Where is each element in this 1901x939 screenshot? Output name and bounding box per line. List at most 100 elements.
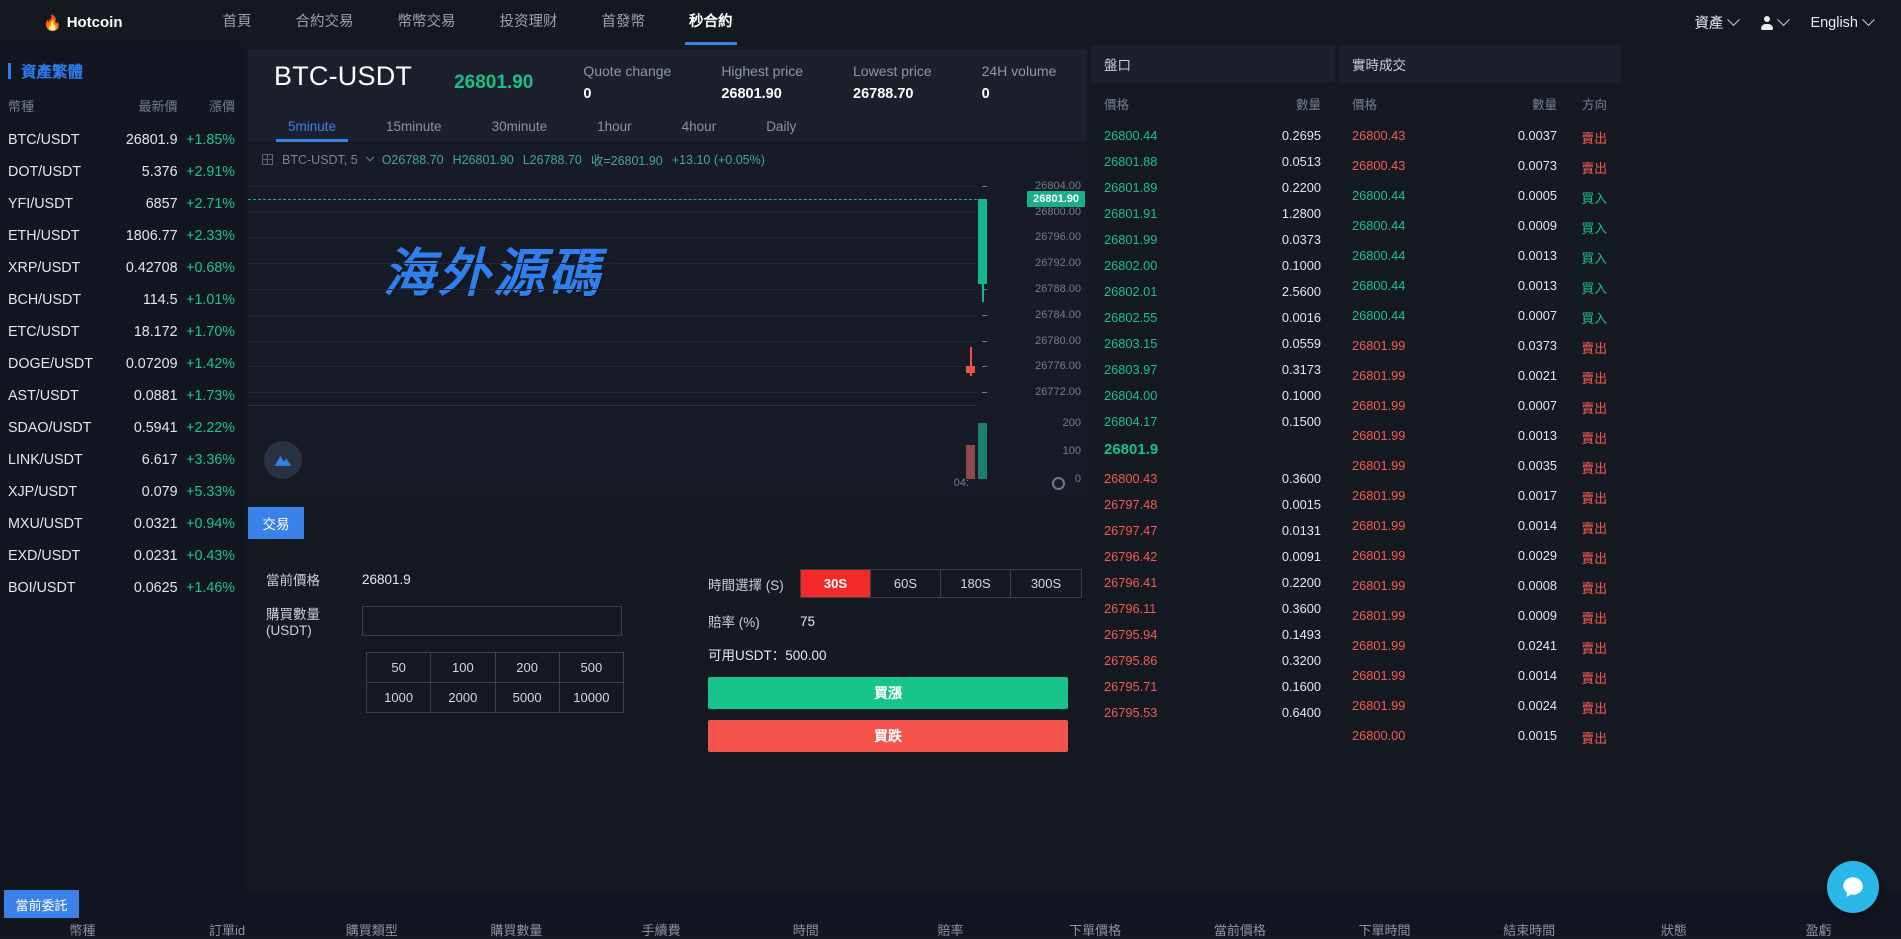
trade-amount: 0.0008 — [1479, 578, 1557, 597]
orderbook-row[interactable]: 26795.860.3200 — [1090, 647, 1335, 673]
chart-volume-axis-label: 0 — [1075, 473, 1081, 485]
quick-amount-10000[interactable]: 10000 — [560, 683, 623, 713]
orderbook-row[interactable]: 26801.990.0373 — [1090, 226, 1335, 252]
orderbook-row[interactable]: 26796.420.0091 — [1090, 543, 1335, 569]
coin-row-bch[interactable]: BCH/USDT114.5+1.01% — [0, 284, 245, 316]
assets-menu[interactable]: 資產 — [1694, 12, 1738, 33]
orderbook-row[interactable]: 26800.430.3600 — [1090, 465, 1335, 491]
price-chart[interactable]: BTC-USDT, 5 O26788.70 H26801.90 L26788.7… — [248, 145, 1087, 493]
quick-amount-500[interactable]: 500 — [560, 653, 623, 683]
coin-row-link[interactable]: LINK/USDT6.617+3.36% — [0, 444, 245, 476]
buy-down-button[interactable]: 買跌 — [708, 720, 1068, 752]
timeframe-5minute[interactable]: 5minute — [276, 115, 348, 139]
coin-row-sdao[interactable]: SDAO/USDT0.5941+2.22% — [0, 412, 245, 444]
orderbook-row[interactable]: 26797.480.0015 — [1090, 491, 1335, 517]
orderbook-amount: 0.6400 — [1239, 705, 1321, 720]
coin-row-doge[interactable]: DOGE/USDT0.07209+1.42% — [0, 348, 245, 380]
current-orders-tab[interactable]: 當前委託 — [4, 890, 79, 918]
orderbook-row[interactable]: 26802.000.1000 — [1090, 252, 1335, 278]
nav-link-investment[interactable]: 投资理财 — [478, 0, 580, 45]
chat-support-button[interactable] — [1827, 861, 1879, 913]
user-menu[interactable] — [1760, 16, 1788, 30]
coin-row-dot[interactable]: DOT/USDT5.376+2.91% — [0, 156, 245, 188]
gear-icon[interactable] — [1052, 477, 1065, 490]
orderbook-row[interactable]: 26801.880.0513 — [1090, 148, 1335, 174]
chevron-down-icon[interactable] — [365, 152, 373, 160]
coin-row-eth[interactable]: ETH/USDT1806.77+2.33% — [0, 220, 245, 252]
coin-row-etc[interactable]: ETC/USDT18.172+1.70% — [0, 316, 245, 348]
orderbook-row[interactable]: 26797.470.0131 — [1090, 517, 1335, 543]
coin-row-xjp[interactable]: XJP/USDT0.079+5.33% — [0, 476, 245, 508]
header-price: 最新價 — [105, 96, 177, 115]
chart-y-axis-label: 26788.00 — [1035, 283, 1081, 295]
language-menu[interactable]: English — [1810, 15, 1873, 31]
chart-symbol-label[interactable]: BTC-USDT, 5 — [282, 153, 358, 167]
coin-price: 0.0881 — [105, 388, 177, 404]
timeframe-daily[interactable]: Daily — [754, 115, 808, 139]
orderbook-row[interactable]: 26800.440.2695 — [1090, 122, 1335, 148]
orders-column-header: 賠率 — [878, 920, 1023, 939]
orders-column-header: 狀態 — [1602, 920, 1747, 939]
amount-input[interactable] — [362, 606, 622, 636]
orderbook-row[interactable]: 26804.000.1000 — [1090, 382, 1335, 408]
timeframe-1hour[interactable]: 1hour — [585, 115, 644, 139]
time-option-30s[interactable]: 30S — [801, 570, 871, 597]
coin-price: 26801.9 — [105, 132, 177, 148]
buy-up-button[interactable]: 買漲 — [708, 677, 1068, 709]
user-icon — [1760, 16, 1773, 30]
quick-amount-row: 50100200500 — [367, 653, 623, 683]
orderbook-row[interactable]: 26801.911.2800 — [1090, 200, 1335, 226]
quick-amount-100[interactable]: 100 — [431, 653, 495, 683]
orderbook-price: 26804.00 — [1104, 388, 1239, 403]
quick-amount-50[interactable]: 50 — [367, 653, 431, 683]
nav-link-coin-trading[interactable]: 幣幣交易 — [376, 0, 478, 45]
orderbook-row[interactable]: 26803.150.0559 — [1090, 330, 1335, 356]
coin-row-boi[interactable]: BOI/USDT0.0625+1.46% — [0, 572, 245, 604]
orderbook-row[interactable]: 26795.940.1493 — [1090, 621, 1335, 647]
orderbook-row[interactable]: 26803.970.3173 — [1090, 356, 1335, 382]
coin-row-btc[interactable]: BTC/USDT26801.9+1.85% — [0, 124, 245, 156]
quick-amount-row: 10002000500010000 — [367, 683, 623, 713]
nav-link-home[interactable]: 首頁 — [201, 0, 274, 45]
coin-row-xrp[interactable]: XRP/USDT0.42708+0.68% — [0, 252, 245, 284]
timeframe-30minute[interactable]: 30minute — [480, 115, 560, 139]
trade-side: 賣出 — [1557, 458, 1607, 477]
orderbook-row[interactable]: 26796.410.2200 — [1090, 569, 1335, 595]
timeframe-15minute[interactable]: 15minute — [374, 115, 454, 139]
coin-row-mxu[interactable]: MXU/USDT0.0321+0.94% — [0, 508, 245, 540]
chart-plot-area[interactable]: 海外源碼 04: 26804.0026800.0026796.0026792.0… — [248, 169, 1087, 493]
orderbook-row[interactable]: 26802.012.5600 — [1090, 278, 1335, 304]
orderbook-header-amount: 數量 — [1239, 94, 1321, 113]
coin-row-exd[interactable]: EXD/USDT0.0231+0.43% — [0, 540, 245, 572]
quick-amount-5000[interactable]: 5000 — [496, 683, 560, 713]
trade-amount: 0.0013 — [1479, 278, 1557, 297]
quick-amount-2000[interactable]: 2000 — [431, 683, 495, 713]
nav-link-launchpad[interactable]: 首發幣 — [580, 0, 668, 45]
time-option-60s[interactable]: 60S — [871, 570, 941, 597]
grid-icon[interactable] — [262, 154, 273, 165]
orderbook-row[interactable]: 26804.170.1500 — [1090, 408, 1335, 434]
coin-row-ast[interactable]: AST/USDT0.0881+1.73% — [0, 380, 245, 412]
quick-amount-1000[interactable]: 1000 — [367, 683, 431, 713]
trade-amount: 0.0014 — [1479, 518, 1557, 537]
trade-row: 26801.990.0029賣出 — [1338, 542, 1621, 572]
trade-row: 26800.430.0037賣出 — [1338, 122, 1621, 152]
orderbook-row[interactable]: 26802.550.0016 — [1090, 304, 1335, 330]
orderbook-row[interactable]: 26796.110.3600 — [1090, 595, 1335, 621]
time-option-180s[interactable]: 180S — [941, 570, 1011, 597]
orderbook-row[interactable]: 26801.890.2200 — [1090, 174, 1335, 200]
brand-logo[interactable]: 🔥 Hotcoin — [43, 14, 123, 32]
orderbook-row[interactable]: 26795.710.1600 — [1090, 673, 1335, 699]
nav-link-second-contract[interactable]: 秒合約 — [667, 0, 755, 45]
time-option-300s[interactable]: 300S — [1011, 570, 1081, 597]
coin-row-yfi[interactable]: YFI/USDT6857+2.71% — [0, 188, 245, 220]
stat-value: 26788.70 — [853, 86, 913, 102]
quick-amount-200[interactable]: 200 — [496, 653, 560, 683]
chart-y-axis-label: 26800.00 — [1035, 206, 1081, 218]
timeframe-4hour[interactable]: 4hour — [670, 115, 729, 139]
nav-link-contract-trading[interactable]: 合約交易 — [274, 0, 376, 45]
orderbook-header: 價格 數量 — [1090, 83, 1335, 122]
trade-tab[interactable]: 交易 — [248, 507, 304, 539]
trade-amount: 0.0015 — [1479, 728, 1557, 747]
orderbook-row[interactable]: 26795.530.6400 — [1090, 699, 1335, 725]
